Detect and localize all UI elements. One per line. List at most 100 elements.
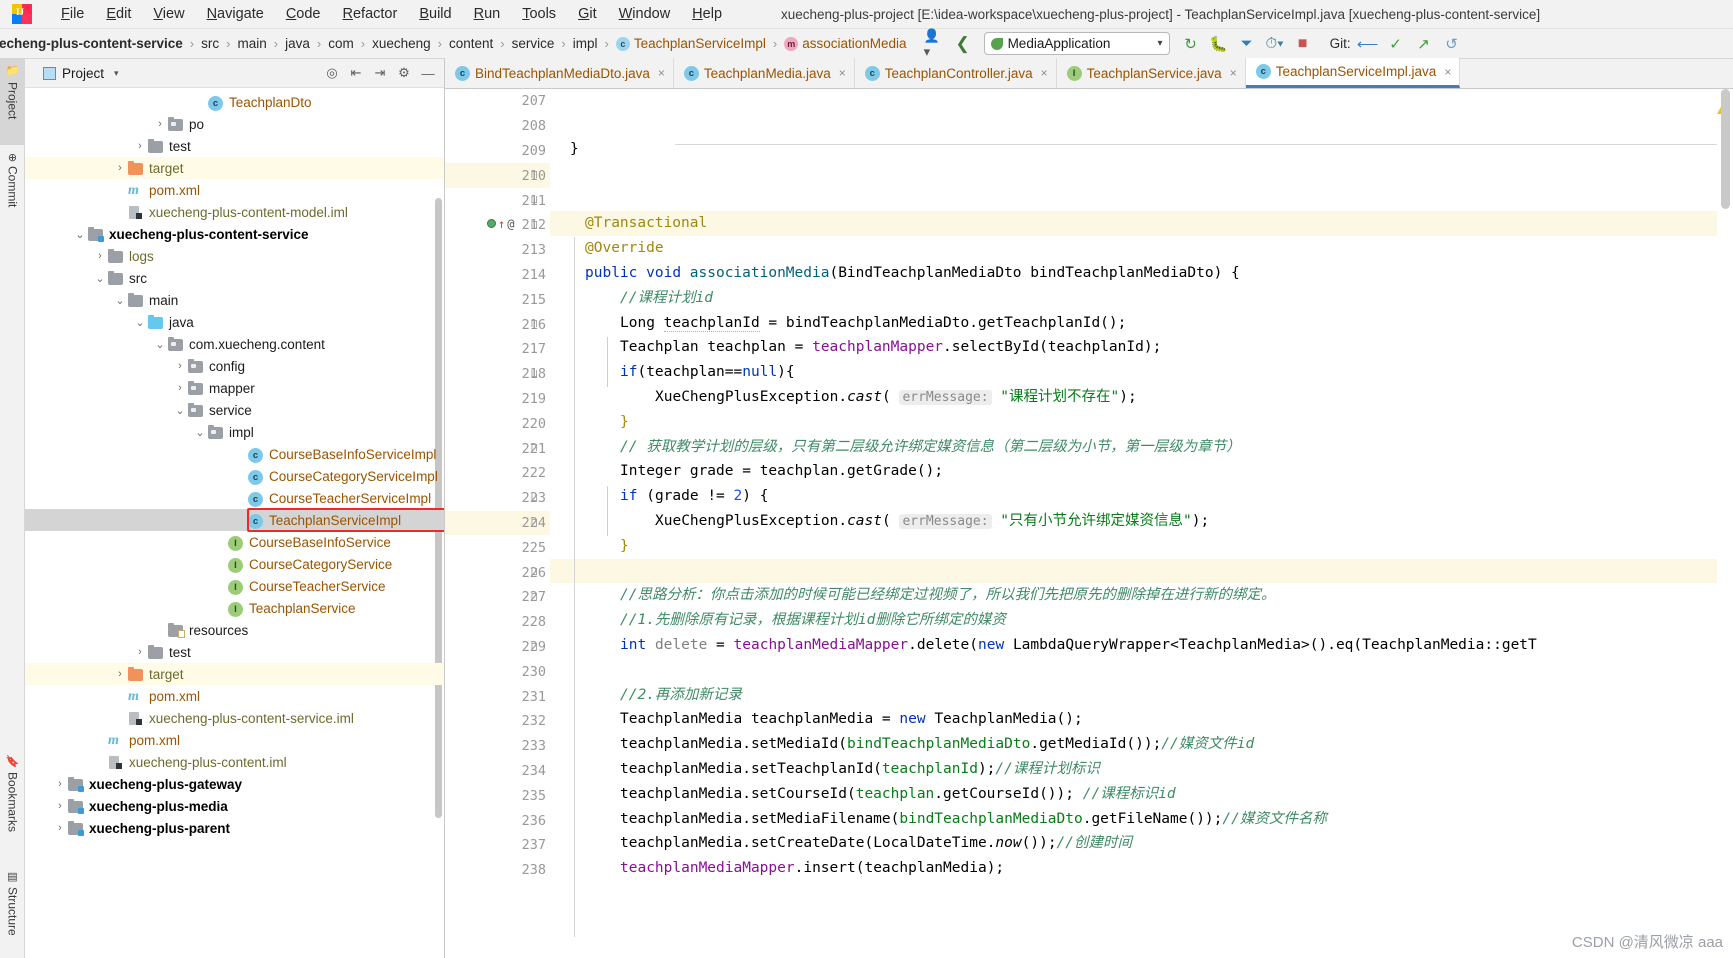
tree-item[interactable]: ⌄ impl bbox=[25, 421, 444, 443]
editor-code-area[interactable]: } @Transactional @Override public void asso… bbox=[550, 89, 1733, 958]
code-fold-icon[interactable]: ⊓ bbox=[531, 219, 542, 231]
code-fold-icon[interactable]: ⊔ bbox=[531, 492, 542, 504]
sidebar-item-structure[interactable]: ▤ Structure bbox=[0, 864, 25, 958]
chevron-right-icon[interactable]: › bbox=[93, 250, 107, 262]
tree-item[interactable]: ›m pom.xml bbox=[25, 685, 444, 707]
code-fold-icon[interactable]: ⊓ bbox=[531, 442, 542, 454]
chevron-down-icon[interactable]: ⌄ bbox=[93, 272, 107, 285]
tree-item[interactable]: ⌄ src bbox=[25, 267, 444, 289]
code-line[interactable]: // 获取教学计划的层级，只有第二层级允许绑定媒资信息（第二层级为小节，第一层级… bbox=[550, 435, 1733, 460]
menu-file[interactable]: File bbox=[50, 3, 95, 25]
breadcrumb-item-src[interactable]: src bbox=[198, 35, 222, 52]
code-line[interactable]: if (grade != 2) { bbox=[550, 484, 1733, 509]
gutter-line[interactable]: 233 bbox=[445, 734, 550, 759]
code-line[interactable]: public void associationMedia(BindTeachpl… bbox=[550, 261, 1733, 286]
breadcrumb-item-impl[interactable]: impl bbox=[570, 35, 601, 52]
code-fold-icon[interactable]: ⊓ bbox=[531, 318, 542, 330]
history-icon[interactable]: ↺ bbox=[1441, 33, 1463, 55]
hide-icon[interactable]: — bbox=[416, 62, 440, 84]
code-editor[interactable]: 207 208 209 ⊓ 210 ⊔ 211 ↑ @ ⊓ 212 213 214 215 ⊓ 216 217 ⊔… bbox=[445, 89, 1733, 958]
tree-item[interactable]: › xuecheng-plus-content-service.iml bbox=[25, 707, 444, 729]
gutter-line[interactable]: 238 bbox=[445, 858, 550, 883]
chevron-down-icon[interactable]: ⌄ bbox=[133, 316, 147, 329]
menu-view[interactable]: View bbox=[142, 3, 195, 25]
menu-help[interactable]: Help bbox=[681, 3, 733, 25]
project-tree[interactable]: ›cTeachplanDto›po›test›target›mpom.xml›x… bbox=[25, 88, 444, 958]
code-line[interactable]: teachplanMedia.setTeachplanId(teachplanI… bbox=[550, 757, 1733, 782]
sidebar-item-commit[interactable]: ⊕ Commit bbox=[0, 147, 25, 237]
menu-edit[interactable]: Edit bbox=[95, 3, 142, 25]
gutter-line[interactable]: 232 bbox=[445, 709, 550, 734]
chevron-right-icon[interactable]: › bbox=[233, 492, 247, 504]
tree-item[interactable]: › xuecheng-plus-content-model.iml bbox=[25, 201, 444, 223]
editor-right-gutter[interactable] bbox=[1717, 89, 1733, 958]
chevron-down-icon[interactable]: ⌄ bbox=[153, 338, 167, 351]
gutter-line[interactable]: ⊓ 210 bbox=[445, 163, 550, 189]
editor-tab[interactable]: c BindTeachplanMediaDto.java × bbox=[445, 58, 674, 88]
code-line[interactable]: XueChengPlusException.cast( errMessage: … bbox=[550, 509, 1733, 534]
gutter-line[interactable]: 236 bbox=[445, 808, 550, 833]
code-line[interactable]: teachplanMedia.setMediaId(bindTeachplanM… bbox=[550, 732, 1733, 757]
gutter-line[interactable]: 214 bbox=[445, 263, 550, 288]
gutter-line[interactable]: 230 bbox=[445, 659, 550, 684]
editor-tab[interactable]: c TeachplanServiceImpl.java × bbox=[1245, 58, 1461, 88]
editor-scrollbar[interactable] bbox=[1721, 89, 1730, 209]
run-gutter-marker-icon[interactable]: ↑ @ bbox=[487, 217, 514, 231]
chevron-down-icon[interactable]: ⌄ bbox=[193, 426, 207, 439]
tree-item[interactable]: › xuecheng-plus-gateway bbox=[25, 773, 444, 795]
debug-icon[interactable]: 🐛 bbox=[1208, 33, 1230, 55]
code-line[interactable]: TeachplanMedia teachplanMedia = new Teac… bbox=[550, 707, 1733, 732]
close-icon[interactable]: × bbox=[1444, 65, 1451, 79]
menu-build[interactable]: Build bbox=[408, 3, 462, 25]
code-fold-icon[interactable]: ⊔ bbox=[531, 368, 542, 380]
menu-refactor[interactable]: Refactor bbox=[332, 3, 409, 25]
code-line[interactable]: Long teachplanId = bindTeachplanMediaDto… bbox=[550, 311, 1733, 336]
menu-window[interactable]: Window bbox=[608, 3, 682, 25]
tree-item[interactable]: ›I TeachplanService bbox=[25, 597, 444, 619]
breadcrumb-item-java[interactable]: java bbox=[282, 35, 313, 52]
gutter-line[interactable]: 222 bbox=[445, 461, 550, 486]
tree-item[interactable]: ›m pom.xml bbox=[25, 179, 444, 201]
update-project-icon[interactable]: ⟵ bbox=[1357, 33, 1379, 55]
menu-run[interactable]: Run bbox=[463, 3, 512, 25]
back-arrow-icon[interactable]: ❮ bbox=[952, 33, 974, 55]
tree-item[interactable]: ›c CourseTeacherServiceImpl bbox=[25, 487, 444, 509]
tree-item[interactable]: ⌄ java bbox=[25, 311, 444, 333]
gutter-line[interactable]: ↑ @ ⊓ 212 bbox=[445, 213, 550, 238]
gutter-line[interactable]: ⊔ 218 bbox=[445, 362, 550, 387]
chevron-right-icon[interactable]: › bbox=[113, 668, 127, 680]
tree-item-selected[interactable]: ›c TeachplanServiceImpl bbox=[25, 509, 444, 531]
code-line[interactable]: teachplanMedia.setCourseId(teachplan.get… bbox=[550, 782, 1733, 807]
gutter-line[interactable]: 231 bbox=[445, 684, 550, 709]
tree-item[interactable]: › resources bbox=[25, 619, 444, 641]
breadcrumb-item-class[interactable]: c TeachplanServiceImpl bbox=[613, 35, 769, 52]
breadcrumb-item-xuecheng[interactable]: xuecheng bbox=[369, 35, 434, 52]
coverage-icon[interactable]: ⏷ bbox=[1236, 33, 1258, 55]
chevron-down-icon[interactable]: ⌄ bbox=[73, 228, 87, 241]
code-fold-icon[interactable]: ⊓ bbox=[531, 169, 542, 181]
gutter-line[interactable]: ⊔ 223 bbox=[445, 486, 550, 511]
gutter-line[interactable]: ⊔ 226 bbox=[445, 560, 550, 585]
breadcrumb-item-service[interactable]: service bbox=[509, 35, 558, 52]
tree-item[interactable]: › logs bbox=[25, 245, 444, 267]
editor-tab[interactable]: I TeachplanService.java × bbox=[1056, 58, 1246, 88]
chevron-right-icon[interactable]: › bbox=[153, 624, 167, 636]
code-line[interactable]: XueChengPlusException.cast( errMessage: … bbox=[550, 385, 1733, 410]
commit-icon[interactable]: ✓ bbox=[1385, 33, 1407, 55]
close-icon[interactable]: × bbox=[1041, 66, 1048, 80]
gutter-line[interactable]: 228 bbox=[445, 610, 550, 635]
tree-item[interactable]: › po bbox=[25, 113, 444, 135]
code-line[interactable]: @Transactional bbox=[550, 211, 1733, 237]
gutter-line[interactable]: 220 bbox=[445, 411, 550, 436]
tree-item[interactable]: › test bbox=[25, 135, 444, 157]
chevron-right-icon[interactable]: › bbox=[213, 558, 227, 570]
chevron-right-icon[interactable]: › bbox=[133, 140, 147, 152]
chevron-right-icon[interactable]: › bbox=[93, 734, 107, 746]
code-fold-icon[interactable]: ⊓ bbox=[531, 591, 542, 603]
chevron-right-icon[interactable]: › bbox=[113, 184, 127, 196]
push-icon[interactable]: ↗ bbox=[1413, 33, 1435, 55]
collapse-all-icon[interactable]: ⇥ bbox=[368, 62, 392, 84]
code-line[interactable]: Integer grade = teachplan.getGrade(); bbox=[550, 459, 1733, 484]
code-line[interactable]: } bbox=[550, 137, 1733, 162]
locate-icon[interactable]: ◎ bbox=[320, 62, 344, 84]
